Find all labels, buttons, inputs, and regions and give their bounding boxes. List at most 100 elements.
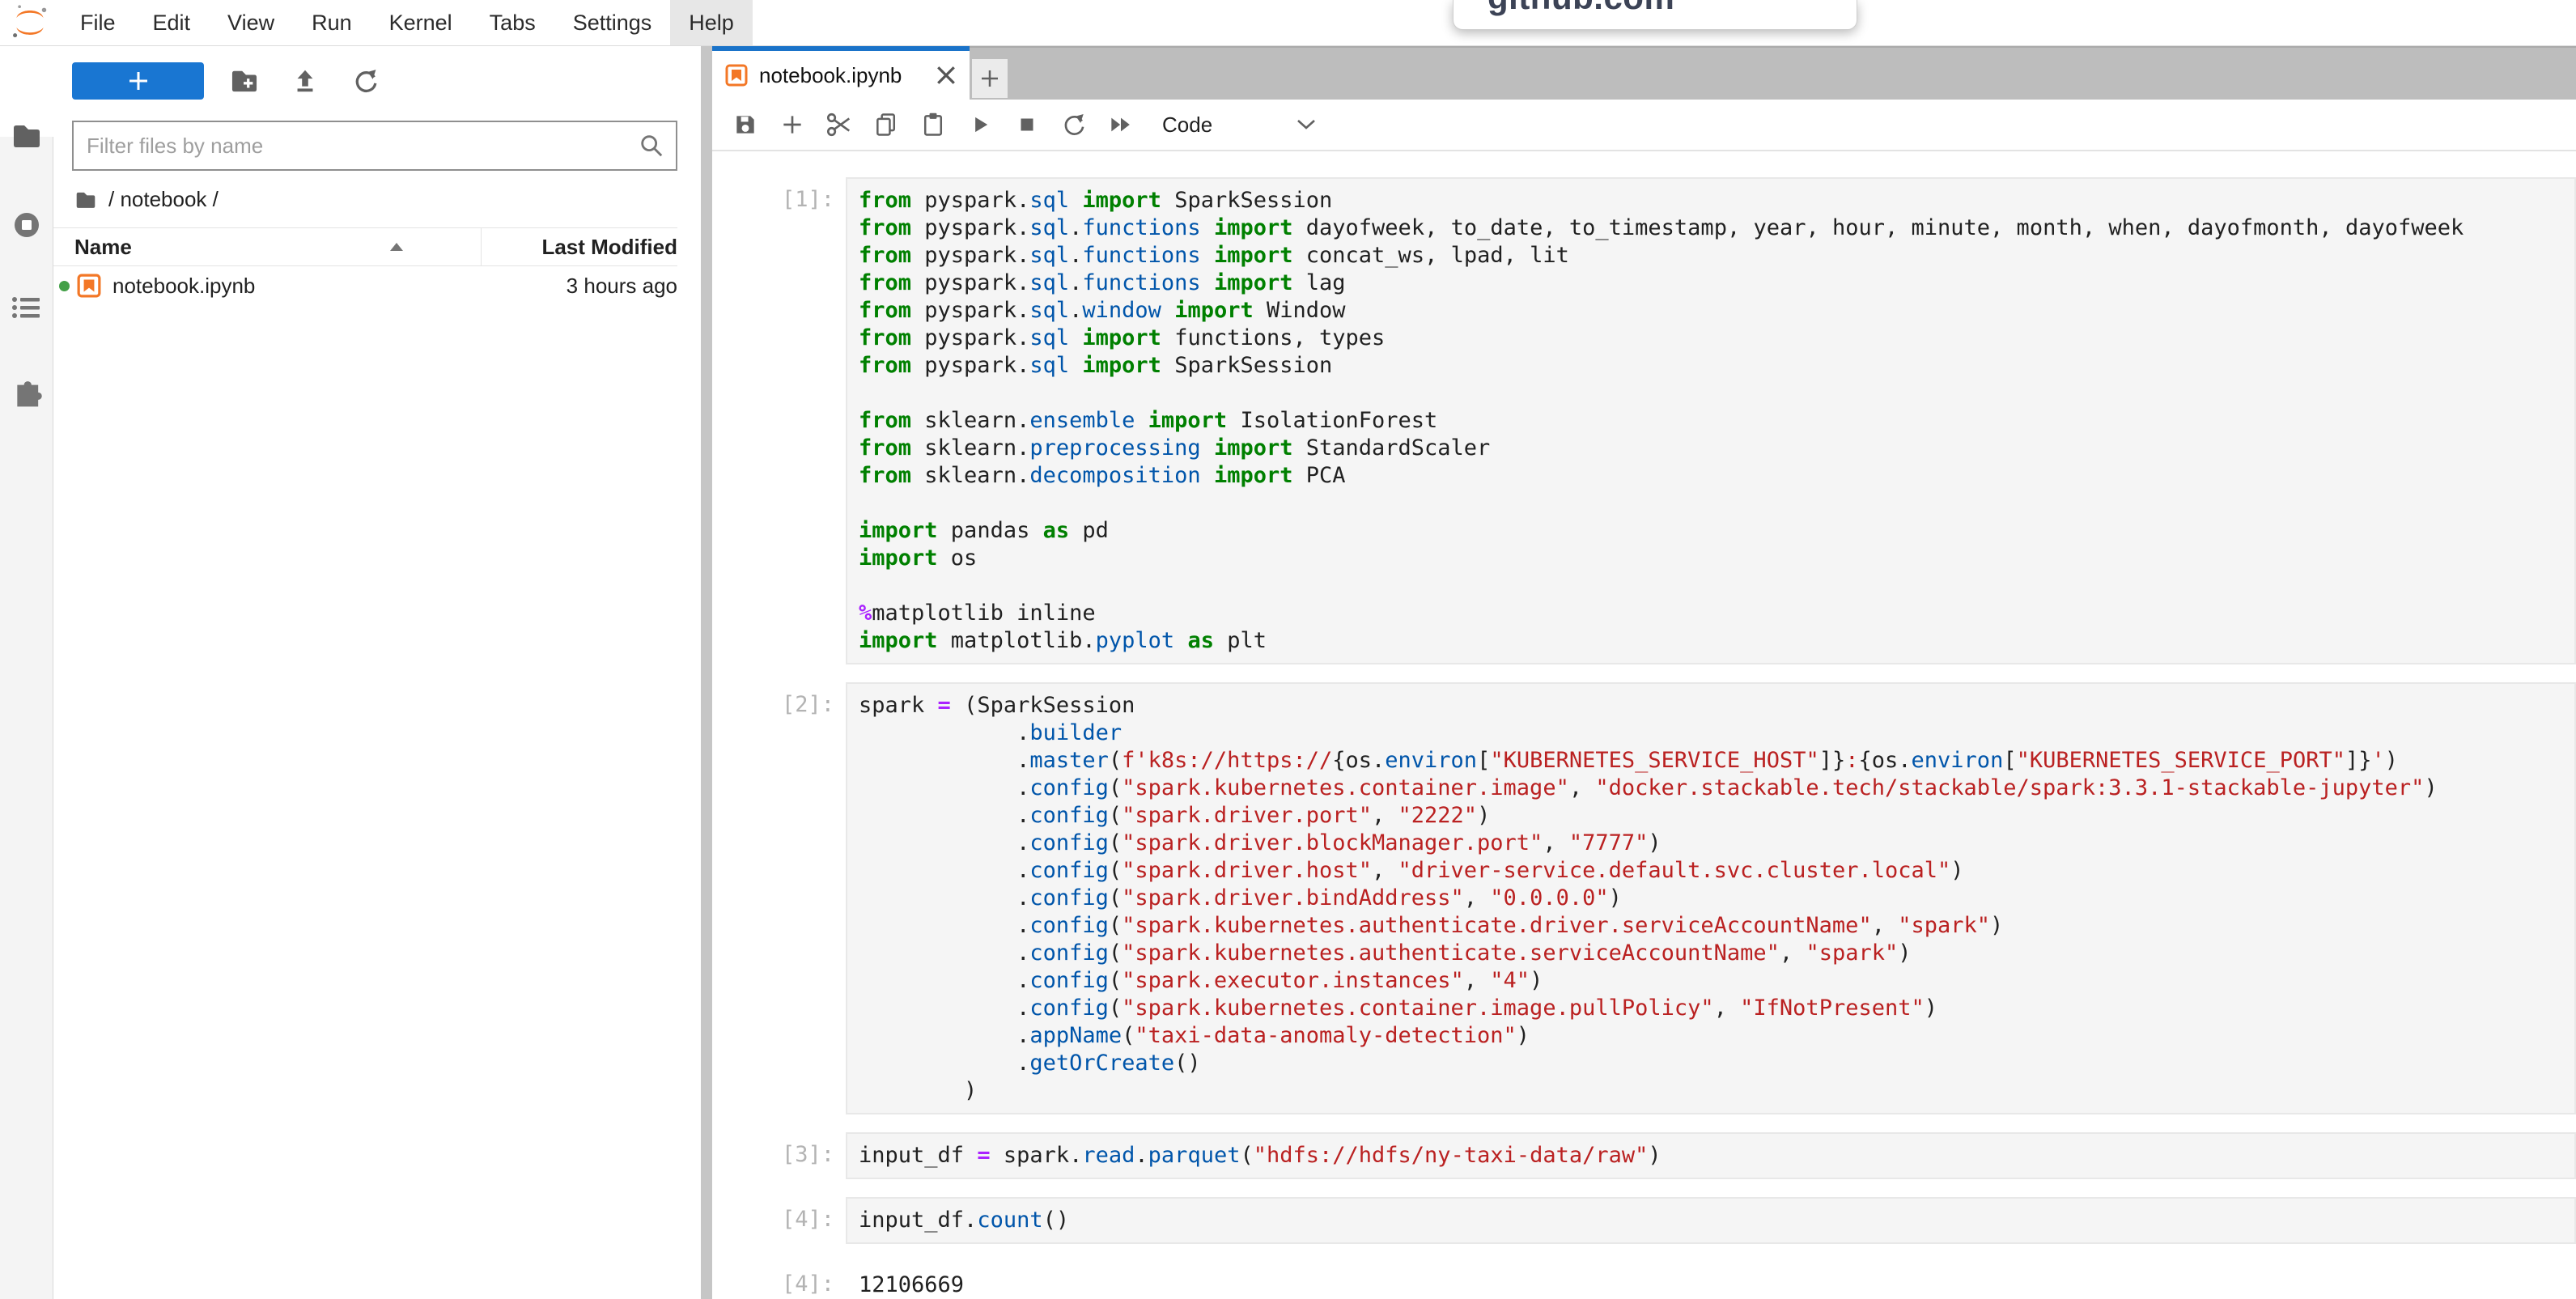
cell-type-value: Code — [1162, 112, 1212, 138]
notebook-cell[interactable]: [2]:spark = (SparkSession .builder .mast… — [712, 682, 2576, 1114]
notebook-cell[interactable]: [4]: input_df.count() — [712, 1197, 2576, 1244]
plus-icon — [125, 68, 151, 94]
save-icon — [732, 112, 758, 138]
cell-code-editor[interactable]: from pyspark.sql import SparkSession from… — [846, 177, 2576, 664]
run-cell-button[interactable] — [957, 102, 1004, 147]
menu-item-tabs[interactable]: Tabs — [471, 0, 554, 45]
notebook-cell[interactable]: [1]:from pyspark.sql import SparkSession… — [712, 177, 2576, 664]
code-line: .config("spark.executor.instances", "4") — [859, 967, 2574, 995]
breadcrumb-path: / notebook / — [108, 187, 219, 212]
running-kernels-icon — [11, 209, 43, 241]
upload-icon — [291, 67, 319, 95]
run-all-icon — [1107, 112, 1135, 137]
code-line: .builder — [859, 720, 2574, 747]
left-activity-bar — [0, 46, 53, 1299]
code-line: input_df = spark.read.parquet("hdfs://hd… — [859, 1142, 2574, 1170]
copy-cells-button[interactable] — [863, 102, 910, 147]
menu-item-edit[interactable]: Edit — [134, 0, 210, 45]
browser-popup-text: github.com — [1487, 0, 1674, 17]
search-icon — [639, 133, 664, 159]
column-divider — [481, 228, 482, 265]
cell-input-prompt: [4]: — [712, 1197, 846, 1244]
add-cell-icon — [779, 112, 805, 138]
running-kernels-tab[interactable] — [0, 197, 53, 253]
file-browser-panel: / notebook / Name Last Modified notebook… — [53, 46, 701, 1299]
jupyter-logo-icon — [11, 4, 49, 41]
restart-icon — [1061, 112, 1087, 138]
file-list-item[interactable]: notebook.ipynb 3 hours ago — [53, 266, 677, 305]
code-line: .config("spark.kubernetes.authenticate.s… — [859, 940, 2574, 967]
close-icon[interactable] — [936, 65, 957, 86]
new-folder-button[interactable] — [214, 62, 274, 100]
table-of-contents-icon — [11, 295, 42, 321]
menu-item-run[interactable]: Run — [293, 0, 371, 45]
menu-item-file[interactable]: File — [62, 0, 134, 45]
column-header-name[interactable]: Name — [53, 235, 132, 260]
menu-item-settings[interactable]: Settings — [554, 0, 671, 45]
extensions-icon — [11, 376, 43, 408]
menu-item-help[interactable]: Help — [670, 0, 753, 45]
restart-kernel-button[interactable] — [1050, 102, 1097, 147]
column-header-modified[interactable]: Last Modified — [541, 235, 677, 260]
cell-code-editor[interactable]: spark = (SparkSession .builder .master(f… — [846, 682, 2576, 1114]
menu-item-view[interactable]: View — [209, 0, 293, 45]
sort-ascending-caret-icon[interactable] — [389, 242, 404, 252]
cell-code-editor[interactable]: input_df.count() — [846, 1197, 2576, 1244]
code-line — [859, 572, 2574, 600]
code-line: from pyspark.sql import SparkSession — [859, 187, 2574, 214]
code-line: spark = (SparkSession — [859, 692, 2574, 720]
notebook-toolbar: Code — [712, 100, 2576, 151]
dock-tab-bar: notebook.ipynb — [712, 46, 2576, 100]
file-browser-toolbar — [72, 62, 396, 100]
code-line: ) — [859, 1077, 2574, 1105]
save-button[interactable] — [722, 102, 769, 147]
cell-type-select[interactable]: Code — [1162, 112, 1318, 138]
extensions-tab[interactable] — [0, 363, 53, 420]
home-folder-icon — [74, 190, 97, 210]
tab-notebook[interactable]: notebook.ipynb — [712, 46, 970, 100]
code-line — [859, 490, 2574, 517]
cut-icon — [825, 111, 853, 138]
cell-code-editor[interactable]: input_df = spark.read.parquet("hdfs://hd… — [846, 1132, 2576, 1179]
new-tab-button[interactable] — [972, 59, 1008, 98]
refresh-button[interactable] — [335, 62, 396, 100]
notebook-icon — [725, 64, 748, 87]
file-name: notebook.ipynb — [112, 274, 255, 299]
breadcrumb[interactable]: / notebook / — [74, 187, 219, 212]
cell-input-prompt: [2]: — [712, 682, 846, 1114]
code-line: from pyspark.sql import functions, types — [859, 325, 2574, 352]
code-line: .config("spark.kubernetes.container.imag… — [859, 775, 2574, 802]
notebook-cells: [1]:from pyspark.sql import SparkSession… — [712, 151, 2576, 1299]
interrupt-kernel-button[interactable] — [1004, 102, 1050, 147]
code-line: input_df.count() — [859, 1207, 2574, 1234]
code-line: .config("spark.kubernetes.container.imag… — [859, 995, 2574, 1022]
new-folder-icon — [230, 68, 259, 94]
paste-icon — [920, 112, 946, 138]
tab-title: notebook.ipynb — [759, 63, 936, 88]
notebook-cell[interactable]: [3]: input_df = spark.read.parquet("hdfs:… — [712, 1132, 2576, 1179]
code-line: from sklearn.decomposition import PCA — [859, 462, 2574, 490]
notebook-cell-output: [4]:12106669 — [712, 1262, 2576, 1299]
restart-run-all-button[interactable] — [1097, 102, 1144, 147]
menu-item-kernel[interactable]: Kernel — [371, 0, 471, 45]
file-modified: 3 hours ago — [567, 274, 677, 299]
cell-input-prompt: [3]: — [712, 1132, 846, 1179]
upload-button[interactable] — [274, 62, 335, 100]
table-of-contents-tab[interactable] — [0, 279, 53, 336]
panel-splitter[interactable] — [701, 46, 712, 1299]
paste-cells-button[interactable] — [910, 102, 957, 147]
run-icon — [968, 112, 992, 137]
cut-cells-button[interactable] — [816, 102, 863, 147]
cell-input-prompt: [1]: — [712, 177, 846, 664]
filter-files-box — [72, 121, 677, 171]
new-launcher-button[interactable] — [72, 62, 204, 100]
code-line: from pyspark.sql.functions import concat… — [859, 242, 2574, 270]
code-line — [859, 380, 2574, 407]
add-cell-button[interactable] — [769, 102, 816, 147]
file-browser-tab[interactable] — [0, 108, 53, 164]
filter-files-input[interactable] — [74, 134, 639, 159]
code-line: %matplotlib inline — [859, 600, 2574, 627]
stop-icon — [1015, 112, 1039, 137]
code-line: .config("spark.driver.port", "2222") — [859, 802, 2574, 830]
folder-icon — [11, 122, 42, 150]
